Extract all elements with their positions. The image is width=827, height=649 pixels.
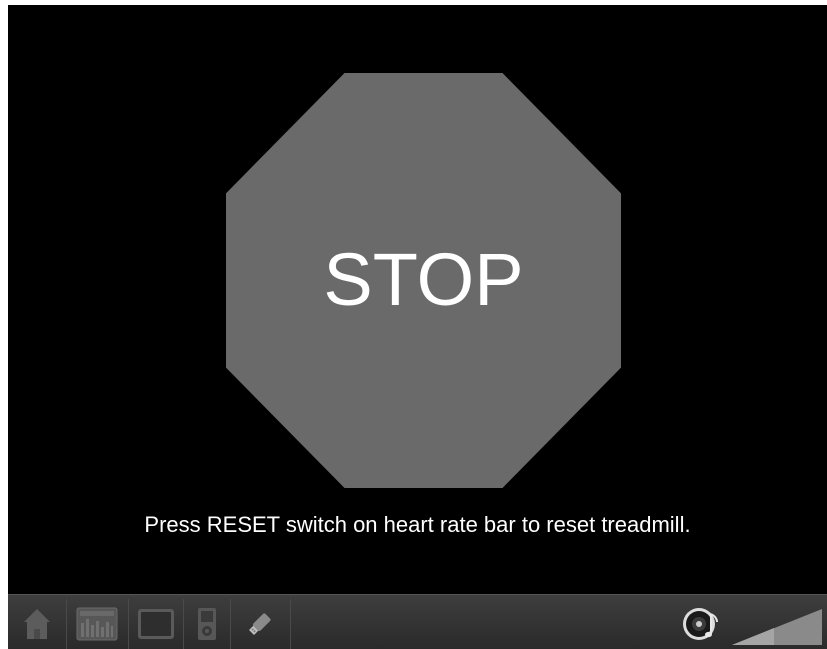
bottom-taskbar (8, 594, 827, 649)
stop-sign: STOP (226, 73, 621, 488)
media-player-icon (197, 608, 216, 640)
audio-button[interactable] (673, 601, 729, 647)
usb-button[interactable] (230, 599, 291, 649)
speaker-music-icon (683, 608, 718, 640)
home-button[interactable] (8, 599, 67, 649)
program-chart-icon (76, 607, 118, 641)
stop-screen: STOP Press RESET switch on heart rate ba… (8, 5, 827, 649)
usb-drive-icon (249, 613, 271, 635)
tv-screen-icon (137, 609, 174, 639)
volume-wedge-icon (732, 609, 822, 645)
reset-instruction-message: Press RESET switch on heart rate bar to … (144, 512, 691, 537)
media-player-button[interactable] (183, 599, 231, 649)
stop-label: STOP (323, 238, 524, 321)
volume-slider[interactable] (732, 609, 822, 645)
tv-button[interactable] (128, 599, 184, 649)
program-button[interactable] (66, 599, 129, 649)
home-icon (24, 609, 50, 639)
